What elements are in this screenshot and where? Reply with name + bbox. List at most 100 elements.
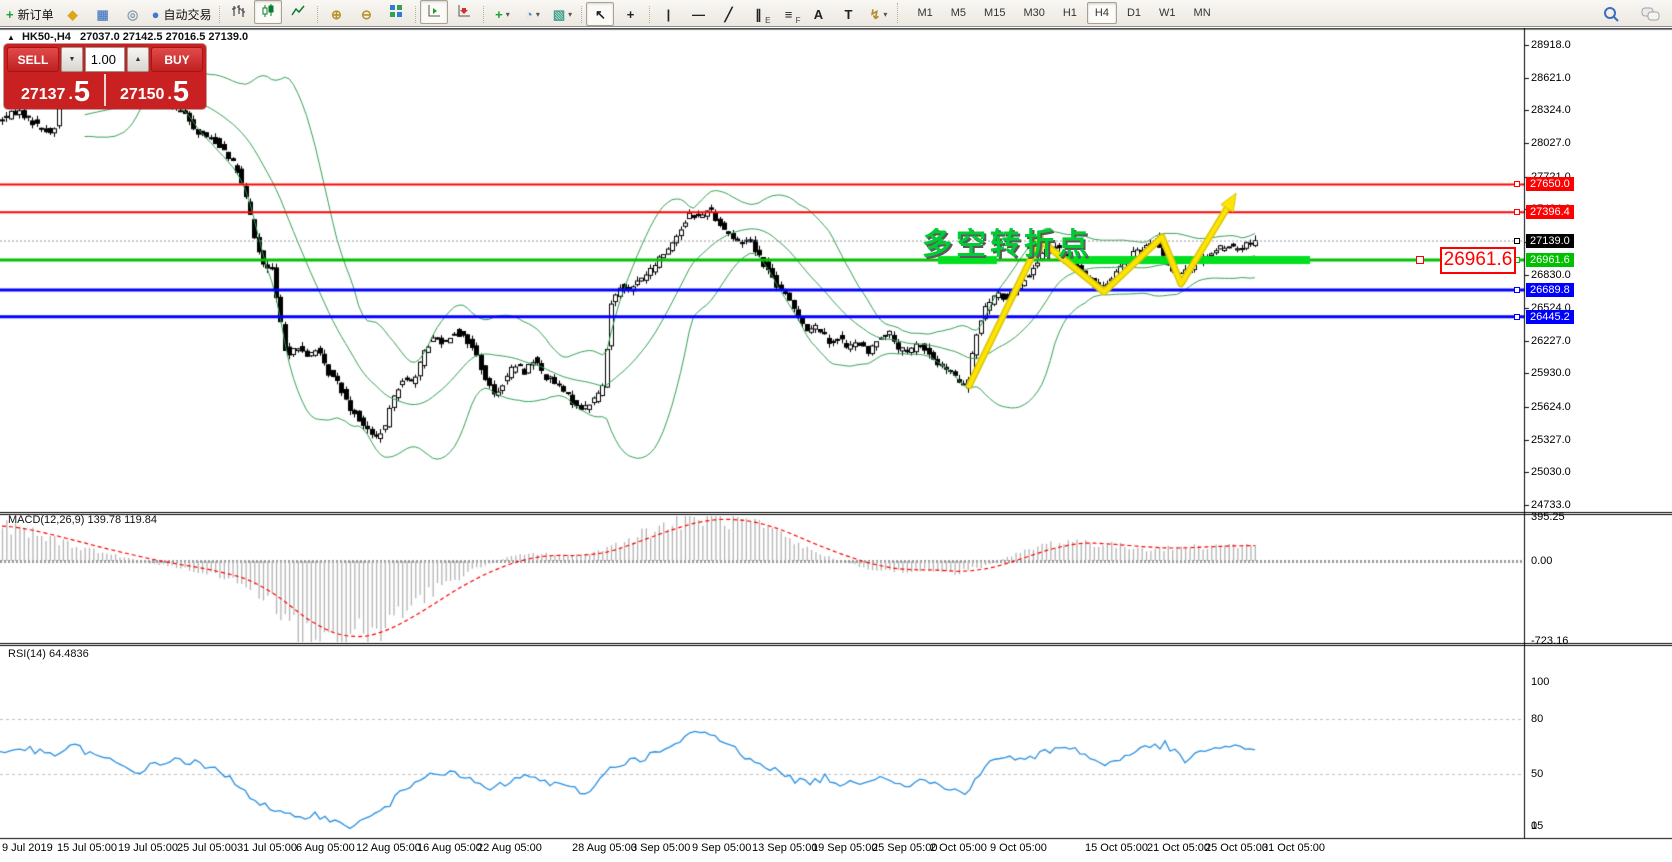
timeframe-m5[interactable]: M5 [943,2,974,24]
timeframe-h1[interactable]: H1 [1055,2,1085,24]
crosshair-icon: + [626,6,635,22]
dropdown-caret-icon[interactable]: ▾ [506,10,510,19]
autotrading-label: 自动交易 [163,7,212,22]
cursor-button[interactable]: ↖ [586,2,615,26]
toolbar-separator [581,5,583,23]
quotes-button[interactable]: ◆ [59,2,87,26]
macd-indicator-label: MACD(12,26,9) 139.78 119.84 [8,514,157,526]
trend-line-icon: ╱ [724,6,733,22]
chart-title: ▲ HK50-,H4 27037.0 27142.5 27016.5 27139… [7,31,248,43]
quotes-icon: ◆ [67,6,78,22]
vertical-line-icon: | [666,6,671,22]
buy-button[interactable]: BUY [151,47,203,72]
zoom-out-icon: ⊖ [361,6,372,22]
equidistant-channel-sub-letter: E [765,16,771,25]
triangle-up-icon: ▲ [134,56,142,63]
timeframe-d1[interactable]: D1 [1119,2,1149,24]
zoom-out-button[interactable]: ⊖ [352,2,380,26]
horizontal-line-button[interactable]: — [684,2,712,26]
sell-price-dot: . [68,86,73,103]
timeframe-m30[interactable]: M30 [1015,2,1052,24]
arrows-objects-button[interactable]: ↯ ▾ [864,2,892,26]
text-button[interactable]: A [804,2,832,26]
volume-down-button[interactable]: ▼ [61,47,83,72]
chat-icon [1641,6,1661,25]
templates-button[interactable]: ▧ ▾ [548,2,576,26]
candle-chart-icon [260,3,276,22]
timeframe-h4[interactable]: H4 [1086,2,1117,24]
search-button[interactable] [1597,3,1625,27]
equidistant-channel-button[interactable]: ∥ E [744,2,772,26]
timeframe-w1[interactable]: W1 [1151,2,1184,24]
indicators-list-button[interactable]: + ▾ [488,2,516,26]
sell-price[interactable]: 27137. 5 [7,74,104,107]
buy-price[interactable]: 27150. 5 [106,74,203,107]
toolbar-separator [219,5,221,23]
chart-window: ▲ HK50-,H4 27037.0 27142.5 27016.5 27139… [0,28,1672,862]
crosshair-button[interactable]: + [616,2,644,26]
line-chart-icon [290,3,306,22]
zoom-in-button[interactable]: ⊕ [322,2,350,26]
chat-button[interactable] [1637,3,1665,27]
volume-up-button[interactable]: ▲ [127,47,149,72]
toolbar: + 新订单 ◆ ▦ ◎ ● 自动交易 ⊕ ⊖ + ▾ ◔ ▾ ▧ ▾ ↖ + | — ╱ ∥ E ≡ F A T ↯ ▾ M1 M5 M1… [0,0,1672,27]
dropdown-caret-icon[interactable]: ▾ [883,10,887,19]
signals-icon: ◎ [126,6,139,22]
buy-price-dot: . [167,86,172,103]
volume-input[interactable] [85,47,125,72]
bar-chart-icon [230,3,246,22]
signals-button[interactable]: ◎ [119,2,147,26]
new-order-button[interactable]: + 新订单 [3,2,57,26]
toolbar-separator [649,5,651,23]
tile-windows-button[interactable] [382,0,410,24]
candle-chart-button[interactable] [254,0,283,24]
buy-price-main: 27150 [119,86,165,103]
autotrading-icon: ● [151,6,160,22]
timeframe-m15[interactable]: M15 [976,2,1013,24]
collapse-icon[interactable]: ▲ [7,33,15,42]
text-label-button[interactable]: T [834,2,862,26]
trend-line-button[interactable]: ╱ [714,2,742,26]
autotrading-button[interactable]: ● 自动交易 [149,2,215,26]
horizontal-line-icon: — [691,6,705,22]
search-icon [1602,5,1620,26]
chart-symbol-period: HK50-,H4 [21,31,71,43]
triangle-down-icon: ▼ [68,56,76,63]
periods-icon: ◔ [525,6,533,22]
zoom-in-icon: ⊕ [331,6,342,22]
price-flag-anchor-icon [1416,256,1424,264]
timeframe-m1[interactable]: M1 [909,2,940,24]
tile-windows-icon [388,3,404,22]
chart-ohlc-values: 27037.0 27142.5 27016.5 27139.0 [79,31,249,43]
price-flag-label[interactable]: 26961.6 [1440,247,1516,274]
periods-button[interactable]: ◔ ▾ [518,2,546,26]
toolbar-separator [897,3,905,23]
auto-scroll-icon [426,3,442,22]
fibonacci-button[interactable]: ≡ F [774,2,802,26]
sell-price-main: 27137 [20,86,66,103]
fibonacci-sub-letter: F [795,16,801,25]
auto-scroll-button[interactable] [420,0,449,24]
data-window-icon: ▦ [96,6,109,22]
dropdown-caret-icon[interactable]: ▾ [536,10,540,19]
new-order-label: 新订单 [17,7,54,22]
chart-shift-icon [456,3,472,22]
line-chart-button[interactable] [284,0,312,24]
arrows-objects-icon: ↯ [869,6,881,22]
cursor-icon: ↖ [595,6,606,22]
timeframe-mn[interactable]: MN [1186,2,1219,24]
templates-icon: ▧ [552,6,566,22]
data-window-button[interactable]: ▦ [89,2,117,26]
chart-annotation-text[interactable]: 多空转折点 [922,219,1092,263]
chart-shift-button[interactable] [450,0,478,24]
toolbar-separator [483,5,485,23]
sell-button[interactable]: SELL [7,47,59,72]
chart-canvas[interactable] [0,28,1672,862]
bar-chart-button[interactable] [224,0,252,24]
text-icon: A [813,6,824,22]
mt4-window: + 新订单 ◆ ▦ ◎ ● 自动交易 ⊕ ⊖ + ▾ ◔ ▾ ▧ ▾ ↖ + | — ╱ ∥ E ≡ F A T ↯ ▾ M1 M5 M1… [0,0,1672,862]
vertical-line-button[interactable]: | [654,2,682,26]
indicators-list-icon: + [495,6,503,22]
dropdown-caret-icon[interactable]: ▾ [568,10,572,19]
toolbar-separator [415,5,417,23]
